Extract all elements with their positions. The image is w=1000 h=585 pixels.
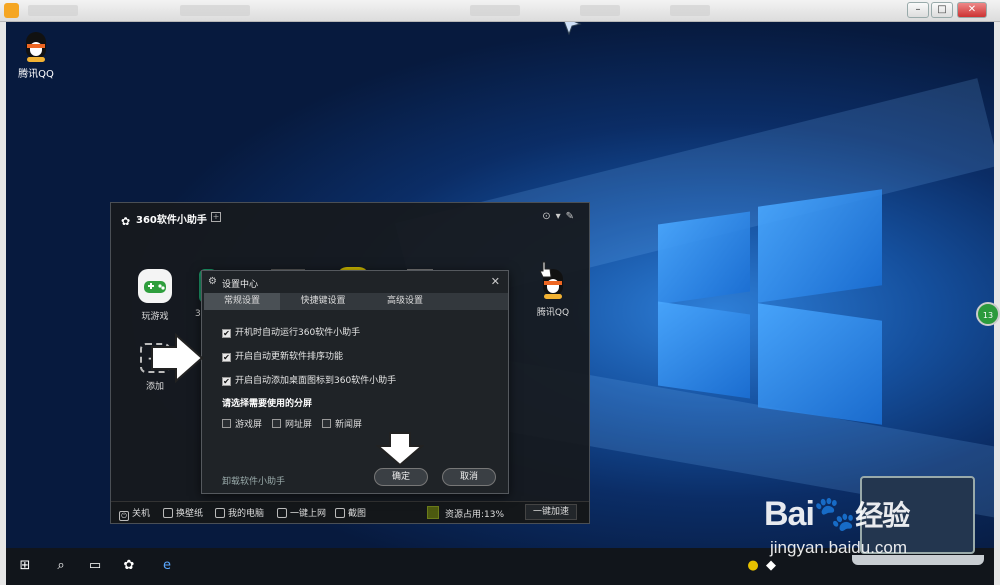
- tutorial-arrow-right-icon: [151, 333, 204, 383]
- 360-assistant-icon[interactable]: ✿: [120, 557, 138, 575]
- watermark-url: jingyan.baidu.com: [770, 538, 908, 557]
- checkbox-checked[interactable]: ✔: [222, 329, 231, 338]
- windows-logo-pane: [658, 301, 750, 399]
- desktop-icon-label: 腾讯QQ: [18, 69, 54, 80]
- edit-icon[interactable]: ✎: [566, 211, 579, 222]
- split-url[interactable]: 网址屏: [272, 417, 312, 430]
- resource-usage-indicator: [427, 506, 439, 519]
- tutorial-arrow-down-icon: [376, 432, 424, 466]
- settings-header: ⚙ 设置中心 ✕: [202, 271, 508, 293]
- vm-app-icon: [4, 3, 19, 18]
- baidu-watermark: Bai🐾经验 jingyan.baidu.com: [764, 472, 1000, 585]
- internet-explorer-icon[interactable]: e: [158, 557, 176, 575]
- confirm-button[interactable]: 确定: [374, 468, 428, 486]
- tray-icon[interactable]: ●: [744, 557, 762, 575]
- ghost-tab: [580, 5, 620, 16]
- app-tile-games[interactable]: 玩游戏: [125, 269, 185, 322]
- mouse-cursor-icon: [563, 22, 582, 36]
- tab-shortcuts[interactable]: 快捷键设置: [280, 293, 366, 310]
- windows-logo-pane: [758, 303, 882, 425]
- tab-advanced[interactable]: 高级设置: [366, 293, 444, 310]
- resource-usage-text: 资源占用:13%: [445, 510, 505, 520]
- checkbox[interactable]: [222, 419, 231, 428]
- desktop-icon-qq[interactable]: 腾讯QQ: [8, 32, 64, 80]
- vm-window-titlebar: – □ ✕: [0, 0, 1000, 22]
- split-news[interactable]: 新闻屏: [322, 417, 362, 430]
- app-tile-qq[interactable]: 腾讯QQ: [523, 269, 583, 318]
- option-auto-sort[interactable]: ✔ 开启自动更新软件排序功能: [222, 349, 343, 362]
- start-windows-icon[interactable]: ⊞: [16, 557, 34, 575]
- ghost-toolbar: [28, 5, 78, 16]
- close-icon[interactable]: ✕: [491, 275, 500, 288]
- task-view-icon[interactable]: ▭: [86, 557, 104, 575]
- cancel-button[interactable]: 取消: [442, 468, 496, 486]
- speed-up-button[interactable]: 一键加速: [525, 504, 577, 520]
- my-computer-button[interactable]: 我的电脑: [215, 506, 264, 519]
- paw-icon: 🐾: [813, 495, 856, 533]
- ghost-tab: [470, 5, 520, 16]
- tab-general[interactable]: 常规设置: [204, 293, 280, 310]
- dropdown-icon[interactable]: ⊙: [542, 211, 555, 222]
- gear-icon: ⚙: [208, 276, 217, 287]
- assistant-title: ✿ 360软件小助手: [121, 215, 207, 228]
- globe-icon: [277, 508, 287, 518]
- qq-penguin-icon: [23, 32, 49, 62]
- power-icon: ⏻: [119, 511, 129, 521]
- watermark-brand: Bai🐾经验: [764, 495, 910, 533]
- floating-speed-ball[interactable]: 13: [976, 302, 1000, 326]
- uninstall-link[interactable]: 卸载软件小助手: [222, 474, 285, 487]
- 360-logo-icon: ✿: [121, 215, 131, 228]
- assistant-bottom-bar: ⏻ 关机 换壁纸 我的电脑 一键上网 截图 资源占用:13% 一键加速: [111, 501, 589, 523]
- close-button[interactable]: ✕: [957, 2, 987, 18]
- windows-logo-pane: [658, 211, 750, 305]
- shutdown-button[interactable]: ⏻ 关机: [119, 506, 150, 521]
- screenshot-button[interactable]: 截图: [335, 506, 366, 519]
- option-auto-add-icons[interactable]: ✔ 开启自动添加桌面图标到360软件小助手: [222, 373, 396, 386]
- wallpaper-button[interactable]: 换壁纸: [163, 506, 203, 519]
- app-tile-label: 玩游戏: [141, 312, 169, 322]
- checkbox-checked[interactable]: ✔: [222, 353, 231, 362]
- ghost-tab: [180, 5, 250, 16]
- checkbox[interactable]: [272, 419, 281, 428]
- app-tile-label: 添加: [145, 382, 164, 392]
- settings-dialog: ⚙ 设置中心 ✕ 常规设置 快捷键设置 高级设置 ✔ 开机时自动运行360软件小助…: [201, 270, 509, 494]
- split-heading: 请选择需要使用的分屏: [222, 399, 313, 409]
- settings-tabs: 常规设置 快捷键设置 高级设置: [204, 293, 508, 310]
- windows-logo-pane: [758, 189, 882, 303]
- one-click-online-button[interactable]: 一键上网: [277, 506, 326, 519]
- pin-icon[interactable]: +: [211, 212, 221, 222]
- checkbox[interactable]: [322, 419, 331, 428]
- app-tile-label: 腾讯QQ: [536, 308, 570, 318]
- scissors-icon: [335, 508, 345, 518]
- assistant-toolbar: ⊙▾✎: [542, 211, 579, 222]
- computer-icon: [215, 508, 225, 518]
- search-icon[interactable]: ⌕: [52, 557, 70, 575]
- maximize-button[interactable]: □: [931, 2, 953, 18]
- ghost-tab: [670, 5, 710, 16]
- minimize-button[interactable]: –: [907, 2, 929, 18]
- settings-title: 设置中心: [222, 280, 259, 290]
- gamepad-icon: [138, 269, 172, 303]
- skin-icon[interactable]: ▾: [556, 211, 566, 222]
- image-icon: [163, 508, 173, 518]
- checkbox-checked[interactable]: ✔: [222, 377, 231, 386]
- option-autostart[interactable]: ✔ 开机时自动运行360软件小助手: [222, 325, 360, 338]
- app-tile-label: 3: [195, 309, 201, 319]
- hand-cursor-icon: [539, 261, 552, 278]
- split-game[interactable]: 游戏屏: [222, 417, 262, 430]
